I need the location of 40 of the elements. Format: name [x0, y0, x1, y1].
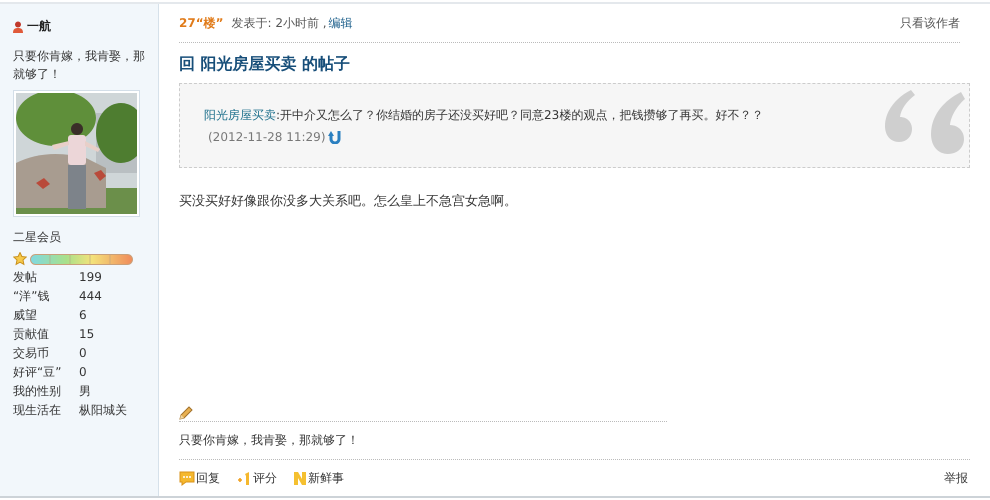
stat-label: 现生活在: [13, 403, 62, 418]
quote-time: (2012-11-28 11:29): [208, 130, 326, 144]
stat-value: 男: [79, 384, 92, 399]
only-author-link[interactable]: 只看该作者: [900, 14, 960, 32]
stat-label: “洋”钱: [13, 289, 50, 304]
user-signature: 只要你肯嫁，我肯娶，那就够了！: [13, 48, 146, 83]
quote-text: 阳光房屋买卖:开中介又怎么了？你结婚的房子还没买好吧？同意23楼的观点，把钱攒够了再买。好不？？: [204, 107, 764, 124]
quote-author-link[interactable]: 阳光房屋买卖: [204, 108, 276, 122]
stat-value: 444: [79, 289, 103, 304]
stat-value: 0: [79, 365, 88, 380]
stat-value: 6: [79, 308, 88, 323]
stat-label: 贡献值: [13, 327, 50, 342]
reply-link[interactable]: 回复: [179, 470, 220, 486]
plus-one-icon: [236, 470, 252, 486]
stat-label: 我的性别: [13, 384, 62, 399]
stat-value: 0: [79, 346, 88, 361]
u-turn-arrow-icon[interactable]: [328, 129, 342, 144]
speech-bubble-icon: [179, 470, 195, 486]
post-time: 发表于: 2小时前 ,: [231, 14, 327, 32]
rate-link[interactable]: 评分: [236, 470, 277, 486]
floor-number: 27“楼”: [179, 14, 224, 32]
post-body: 买没买好好像跟你没多大关系吧。怎么皇上不急宫女急啊。: [179, 193, 518, 210]
post-signature: 只要你肯嫁，我肯娶，那就够了！: [179, 432, 360, 449]
letter-n-icon: [293, 470, 307, 486]
edit-link[interactable]: 编辑: [328, 14, 353, 32]
report-link[interactable]: 举报: [944, 470, 968, 486]
star-icon: [13, 252, 27, 266]
user-rank: 二星会员: [13, 229, 62, 246]
stat-label: 好评“豆”: [13, 365, 62, 380]
post-title: 回 阳光房屋买卖 的帖子: [179, 54, 352, 75]
stat-label: 发帖: [13, 270, 38, 285]
news-link[interactable]: 新鲜事: [293, 470, 344, 486]
stat-label: 交易币: [13, 346, 50, 361]
user-icon: [13, 20, 23, 32]
username[interactable]: 一航: [27, 18, 51, 35]
pencil-icon: [179, 406, 193, 420]
stat-value: 枞阳城关: [79, 403, 128, 418]
stat-value: 199: [79, 270, 103, 285]
stat-label: 威望: [13, 308, 38, 323]
stat-value: 15: [79, 327, 96, 342]
